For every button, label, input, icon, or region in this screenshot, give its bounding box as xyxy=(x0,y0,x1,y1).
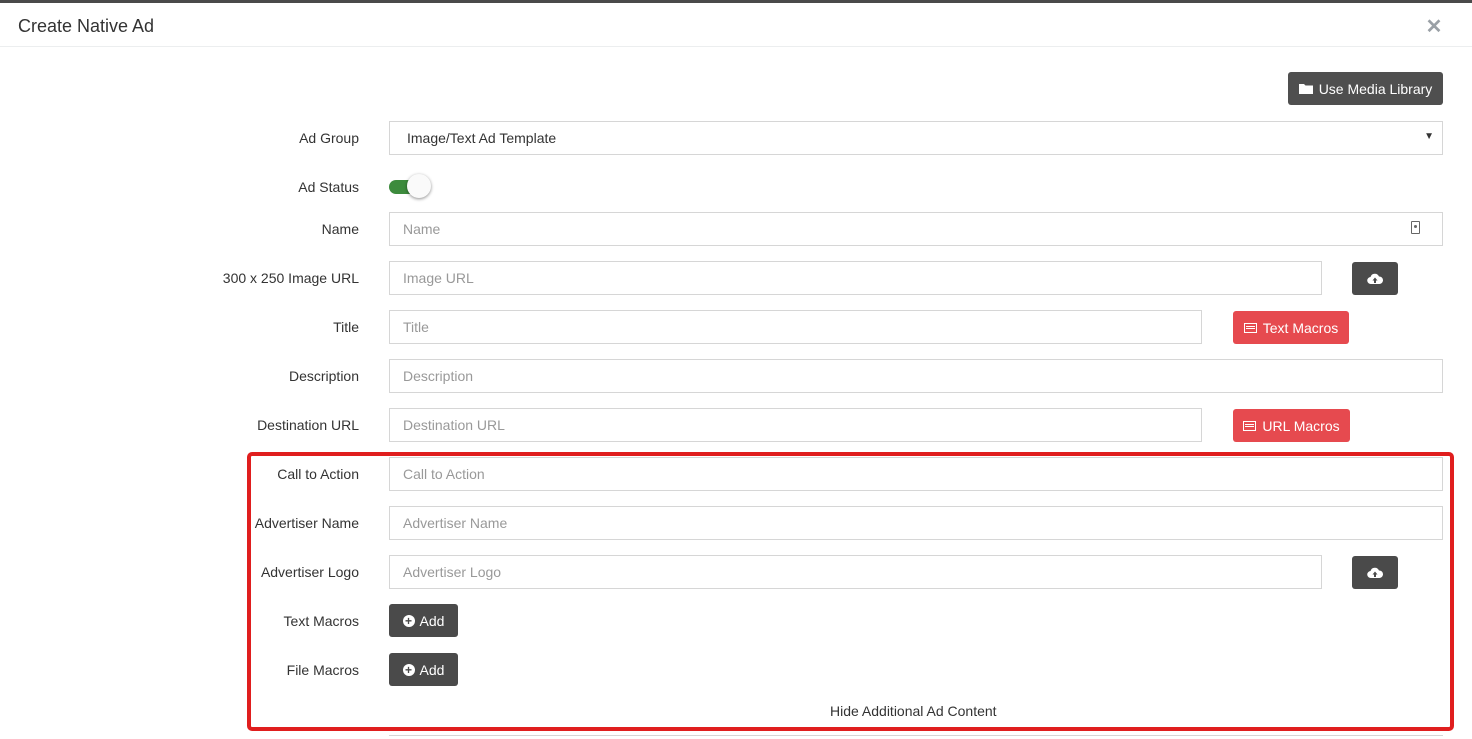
text-macros-button-label: Text Macros xyxy=(1262,319,1339,336)
use-media-library-button[interactable]: Use Media Library xyxy=(1288,72,1443,105)
plus-circle-icon: + xyxy=(402,663,415,676)
call-to-action-placeholder: Call to Action xyxy=(403,466,485,482)
cloud-upload-icon xyxy=(1367,273,1383,284)
name-label: Name xyxy=(321,221,359,237)
text-macros-button[interactable]: Text Macros xyxy=(1233,311,1349,344)
ad-group-value: Image/Text Ad Template xyxy=(407,130,557,146)
text-macros-label: Text Macros xyxy=(283,613,359,629)
file-macros-label: File Macros xyxy=(286,662,359,678)
title-placeholder: Title xyxy=(403,319,429,335)
additional-content-highlight xyxy=(247,452,1454,731)
ad-group-label: Ad Group xyxy=(299,130,359,146)
advertiser-name-label: Advertiser Name xyxy=(254,515,359,531)
ad-group-select[interactable]: Image/Text Ad Template ▼ xyxy=(389,121,1443,155)
add-file-macro-label: Add xyxy=(419,661,445,678)
advertiser-logo-input[interactable]: Advertiser Logo xyxy=(389,555,1322,589)
destination-url-placeholder: Destination URL xyxy=(403,417,505,433)
image-upload-button[interactable] xyxy=(1352,262,1398,295)
call-to-action-label: Call to Action xyxy=(277,466,359,482)
destination-url-input[interactable]: Destination URL xyxy=(389,408,1202,442)
close-icon[interactable]: ✕ xyxy=(1425,17,1443,37)
logo-upload-button[interactable] xyxy=(1352,556,1398,589)
url-macros-button[interactable]: URL Macros xyxy=(1233,409,1350,442)
image-url-label: 300 x 250 Image URL xyxy=(222,270,359,286)
toggle-knob xyxy=(407,174,431,198)
image-url-input[interactable]: Image URL xyxy=(389,261,1322,295)
use-media-library-label: Use Media Library xyxy=(1318,80,1433,97)
modal-header: Create Native Ad ✕ xyxy=(0,3,1472,47)
next-field-partial xyxy=(389,735,1443,739)
description-input[interactable]: Description xyxy=(389,359,1443,393)
description-placeholder: Description xyxy=(403,368,474,384)
advertiser-logo-label: Advertiser Logo xyxy=(260,564,359,580)
advertiser-logo-placeholder: Advertiser Logo xyxy=(403,564,502,580)
advertiser-name-input[interactable]: Advertiser Name xyxy=(389,506,1443,540)
advertiser-name-placeholder: Advertiser Name xyxy=(403,515,508,531)
add-file-macro-button[interactable]: + Add xyxy=(389,653,458,686)
folder-icon xyxy=(1298,84,1313,94)
description-label: Description xyxy=(288,368,359,384)
title-label: Title xyxy=(333,319,359,335)
cloud-upload-icon xyxy=(1367,567,1383,578)
contact-card-icon xyxy=(1411,221,1420,234)
add-text-macro-button[interactable]: + Add xyxy=(389,604,458,637)
chevron-down-icon: ▼ xyxy=(1424,131,1434,142)
url-macros-button-label: URL Macros xyxy=(1262,417,1340,434)
hide-additional-content-link[interactable]: Hide Additional Ad Content xyxy=(830,703,997,719)
add-text-macro-label: Add xyxy=(419,612,445,629)
call-to-action-input[interactable]: Call to Action xyxy=(389,457,1443,491)
modal-title: Create Native Ad xyxy=(18,16,155,36)
title-input[interactable]: Title xyxy=(389,310,1202,344)
list-icon xyxy=(1243,420,1257,431)
ad-status-label: Ad Status xyxy=(298,179,359,195)
image-url-placeholder: Image URL xyxy=(403,270,474,286)
destination-url-label: Destination URL xyxy=(257,417,359,433)
name-placeholder: Name xyxy=(403,221,441,237)
plus-circle-icon: + xyxy=(402,614,415,627)
list-icon xyxy=(1243,322,1257,333)
ad-status-toggle[interactable] xyxy=(389,173,433,201)
name-input[interactable]: Name xyxy=(389,212,1443,246)
